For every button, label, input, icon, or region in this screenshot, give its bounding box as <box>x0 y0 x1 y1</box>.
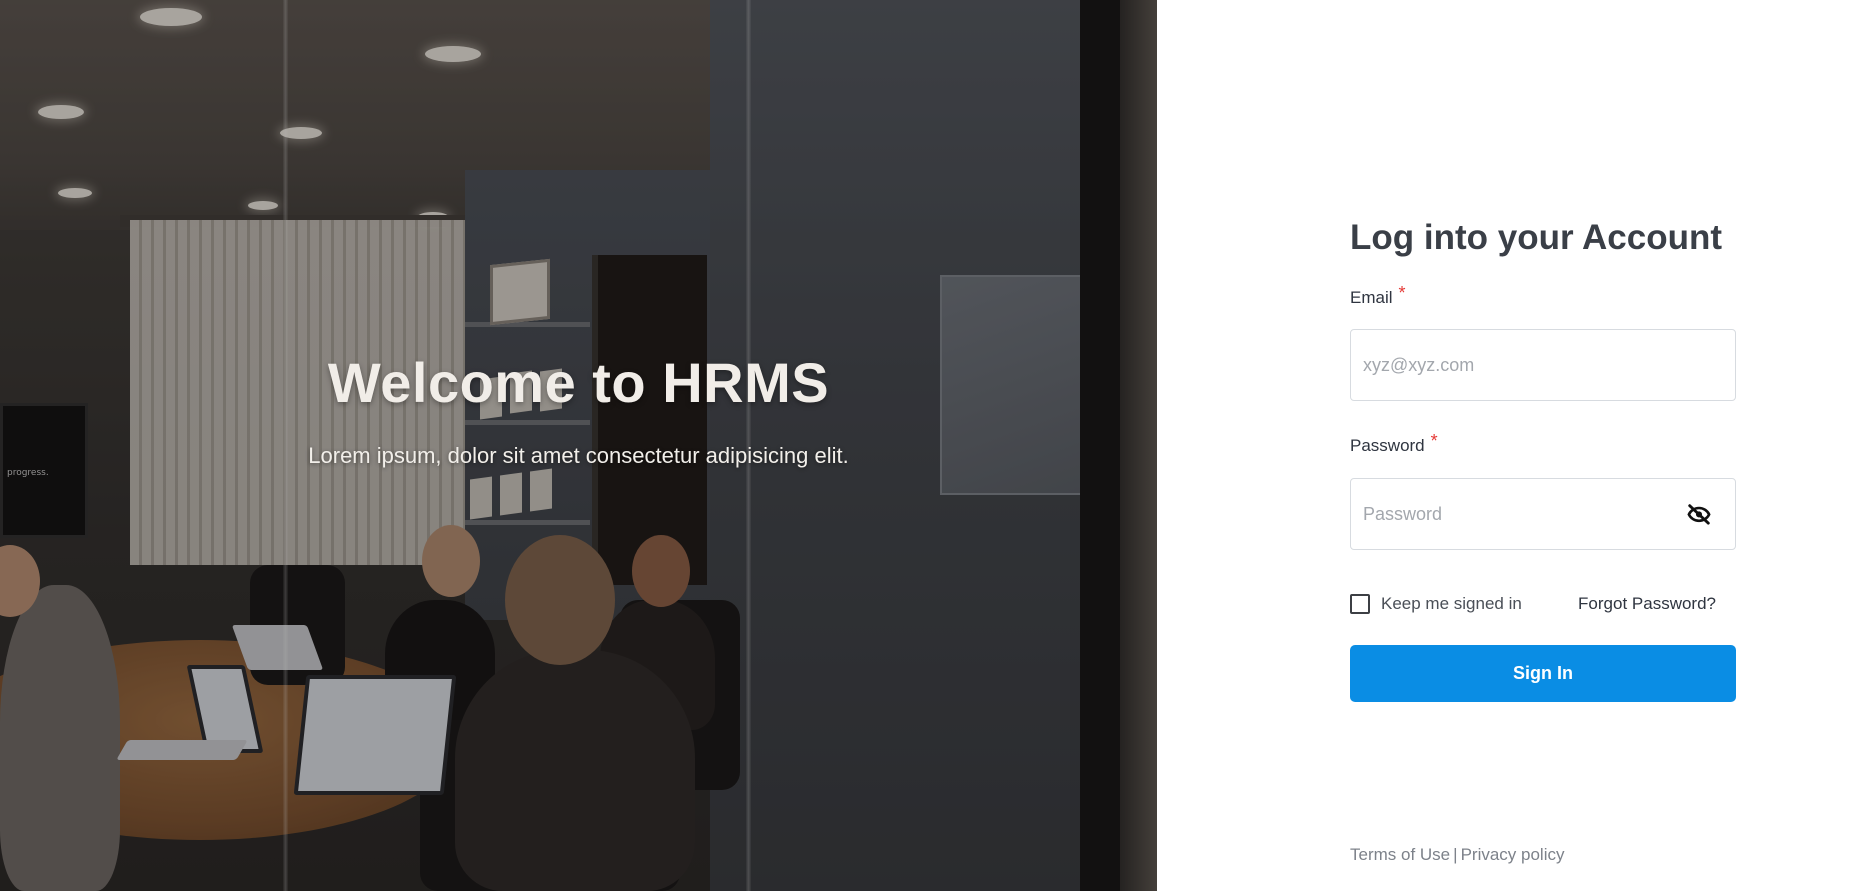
password-field-wrapper <box>1350 478 1736 550</box>
eye-off-icon[interactable] <box>1685 501 1713 529</box>
password-label-text: Password <box>1350 436 1425 455</box>
email-label-text: Email <box>1350 288 1393 307</box>
required-marker: * <box>1398 283 1406 303</box>
terms-link[interactable]: Terms of Use <box>1350 845 1450 864</box>
hero-panel: progress. Welcome to HRMS Lorem ipsum, d… <box>0 0 1157 891</box>
password-label: Password * <box>1350 431 1438 456</box>
login-panel: Log into your Account Email * Password * K… <box>1157 0 1874 891</box>
hero-subtitle: Lorem ipsum, dolor sit amet consectetur … <box>308 443 849 468</box>
footer-links: Terms of Use | Privacy policy <box>1350 845 1564 865</box>
email-field-wrapper <box>1350 329 1736 401</box>
sign-in-button[interactable]: Sign In <box>1350 645 1736 702</box>
password-input[interactable] <box>1363 479 1683 549</box>
forgot-password-link[interactable]: Forgot Password? <box>1578 594 1716 614</box>
privacy-link[interactable]: Privacy policy <box>1461 845 1565 864</box>
required-marker: * <box>1430 431 1438 451</box>
email-input[interactable] <box>1363 330 1683 400</box>
remember-me[interactable]: Keep me signed in <box>1350 594 1522 614</box>
remember-checkbox[interactable] <box>1350 594 1370 614</box>
footer-separator: | <box>1453 845 1458 864</box>
login-title: Log into your Account <box>1350 218 1722 257</box>
remember-label: Keep me signed in <box>1381 594 1522 613</box>
email-label: Email * <box>1350 283 1406 308</box>
hero-title: Welcome to HRMS <box>327 351 830 414</box>
